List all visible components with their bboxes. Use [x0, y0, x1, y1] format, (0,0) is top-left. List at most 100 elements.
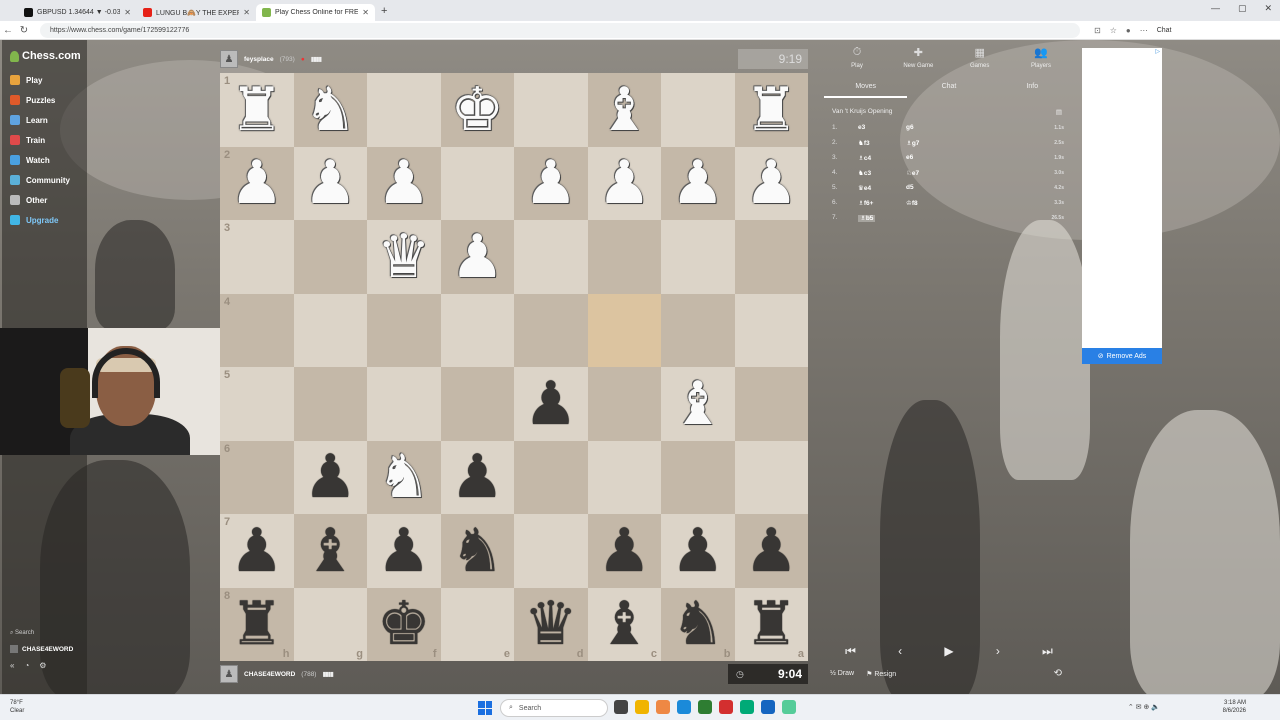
book-icon[interactable]: ▤ — [1056, 108, 1062, 116]
close-icon[interactable]: ✕ — [124, 8, 131, 17]
board-square[interactable]: 6 — [220, 440, 294, 514]
white-pawn-piece[interactable]: ♟ — [597, 153, 651, 213]
board-square[interactable]: ♞ — [440, 514, 514, 588]
chess-logo[interactable]: Chess.com — [10, 50, 81, 62]
white-move[interactable]: ♗f6+ — [858, 199, 906, 207]
board-square[interactable] — [734, 440, 808, 514]
black-pawn-piece[interactable]: ♟ — [450, 447, 504, 507]
taskbar-search[interactable]: ⌕ Search — [500, 699, 608, 717]
draw-button[interactable]: ½ Draw — [830, 670, 854, 677]
board-square[interactable]: ♟ — [587, 146, 661, 220]
new-tab-icon[interactable]: + — [381, 5, 387, 17]
black-queen-piece[interactable]: ♛ — [524, 594, 578, 654]
white-king-piece[interactable]: ♚ — [450, 80, 504, 140]
subtab-chat[interactable]: Chat — [907, 83, 990, 98]
white-rook-piece[interactable]: ♜ — [744, 80, 798, 140]
board-square[interactable] — [440, 293, 514, 367]
board-square[interactable]: ♛ — [367, 220, 441, 294]
app-icon[interactable] — [740, 700, 754, 714]
maximize-icon[interactable]: ▢ — [1238, 3, 1247, 14]
board-square[interactable] — [734, 220, 808, 294]
board-square[interactable]: 2 ♟ — [220, 146, 294, 220]
board-square[interactable]: 7 ♟ — [220, 514, 294, 588]
search-field[interactable]: ⌕ Search — [10, 630, 73, 637]
subtab-info[interactable]: Info — [991, 83, 1074, 98]
board-square[interactable] — [440, 367, 514, 441]
board-square[interactable] — [367, 293, 441, 367]
black-pawn-piece[interactable]: ♟ — [524, 374, 578, 434]
white-pawn-piece[interactable]: ♟ — [303, 153, 357, 213]
sidebar-item-learn[interactable]: Learn — [10, 113, 70, 127]
board-square[interactable]: ♟ — [293, 146, 367, 220]
white-bishop-piece[interactable]: ♝ — [671, 374, 725, 434]
black-pawn-piece[interactable]: ♟ — [671, 521, 725, 581]
menu-icon[interactable]: ⋯ — [1140, 26, 1148, 35]
file-explorer-icon[interactable] — [635, 700, 649, 714]
board-square[interactable] — [587, 220, 661, 294]
board-square[interactable] — [587, 367, 661, 441]
opening-name[interactable]: Van 't Kruijs Opening — [832, 108, 892, 116]
board-square[interactable] — [661, 73, 735, 147]
app-icon[interactable] — [782, 700, 796, 714]
app-icon[interactable] — [656, 700, 670, 714]
next-move-icon[interactable]: › — [996, 644, 1000, 659]
app-icon[interactable] — [761, 700, 775, 714]
first-move-icon[interactable]: ⏮ — [845, 644, 856, 659]
board-square[interactable]: ♟ — [293, 440, 367, 514]
board-square[interactable]: ♝ — [661, 367, 735, 441]
chat-button[interactable]: Chat — [1157, 27, 1172, 34]
sidebar-item-other[interactable]: Other — [10, 193, 70, 207]
black-move[interactable]: g6 — [906, 124, 1044, 131]
board-square[interactable] — [587, 440, 661, 514]
close-icon[interactable]: ✕ — [362, 8, 369, 17]
board-square[interactable]: ♟ — [734, 514, 808, 588]
board-square[interactable]: ♟ — [440, 440, 514, 514]
black-pawn-piece[interactable]: ♟ — [744, 521, 798, 581]
board-square[interactable] — [514, 514, 588, 588]
black-bishop-piece[interactable]: ♝ — [303, 521, 357, 581]
back-arrow-icon[interactable]: ← — [0, 25, 16, 36]
clock-tray[interactable]: 3:18 AM 8/6/2026 — [1223, 699, 1246, 715]
board-square[interactable]: ♞ — [367, 440, 441, 514]
player-name[interactable]: CHASE4EWORD — [244, 671, 295, 678]
close-window-icon[interactable]: ✕ — [1264, 3, 1272, 14]
board-square[interactable]: ♟ — [514, 146, 588, 220]
board-square[interactable]: c ♝ — [587, 587, 661, 661]
sidebar-item-puzzles[interactable]: Puzzles — [10, 93, 70, 107]
gear-icon[interactable]: ⚙ — [39, 661, 46, 670]
white-bishop-piece[interactable]: ♝ — [597, 80, 651, 140]
previous-move-icon[interactable]: ‹ — [898, 644, 902, 659]
browser-tab[interactable]: LUNGU B🙈Y THE EXPERIENCE ✕ — [137, 4, 256, 21]
white-pawn-piece[interactable]: ♟ — [524, 153, 578, 213]
white-move[interactable]: ♛e4 — [858, 184, 906, 192]
board-square[interactable] — [293, 220, 367, 294]
resign-button[interactable]: ⚑ Resign — [866, 670, 896, 678]
board-square[interactable] — [514, 440, 588, 514]
bell-icon[interactable]: ◔ — [24, 661, 29, 670]
black-pawn-piece[interactable]: ♟ — [377, 521, 431, 581]
remove-ads-button[interactable]: ⊘ Remove Ads — [1082, 348, 1162, 364]
board-square[interactable] — [587, 293, 661, 367]
white-pawn-piece[interactable]: ♟ — [450, 227, 504, 287]
sidebar-item-train[interactable]: Train — [10, 133, 70, 147]
white-rook-piece[interactable]: ♜ — [230, 80, 284, 140]
board-square[interactable] — [367, 367, 441, 441]
white-pawn-piece[interactable]: ♟ — [744, 153, 798, 213]
black-move[interactable]: ♔f8 — [906, 199, 1044, 207]
board-square[interactable]: 5 — [220, 367, 294, 441]
board-square[interactable] — [661, 440, 735, 514]
white-queen-piece[interactable]: ♛ — [377, 227, 431, 287]
board-square[interactable]: 4 — [220, 293, 294, 367]
board-square[interactable]: ♟ — [514, 367, 588, 441]
white-pawn-piece[interactable]: ♟ — [377, 153, 431, 213]
black-pawn-piece[interactable]: ♟ — [303, 447, 357, 507]
edge-icon[interactable] — [677, 700, 691, 714]
flip-board-icon[interactable]: ⟲ — [1054, 668, 1062, 679]
minimize-icon[interactable]: — — [1211, 3, 1220, 14]
black-knight-piece[interactable]: ♞ — [450, 521, 504, 581]
black-pawn-piece[interactable]: ♟ — [230, 521, 284, 581]
sidebar-user[interactable]: CHASE4EWORD — [10, 645, 73, 653]
board-square[interactable]: e — [440, 587, 514, 661]
white-pawn-piece[interactable]: ♟ — [671, 153, 725, 213]
chrome-icon[interactable] — [719, 700, 733, 714]
